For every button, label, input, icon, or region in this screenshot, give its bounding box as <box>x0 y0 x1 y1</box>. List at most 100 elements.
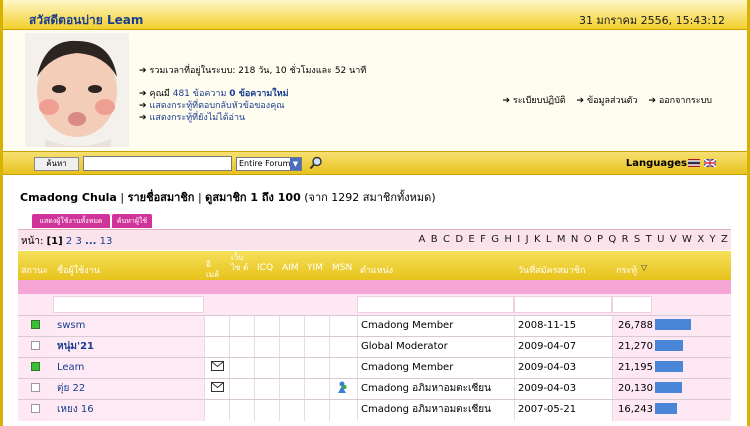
offline-status-icon <box>31 340 40 350</box>
header-rank[interactable]: ตำแหน่ง <box>360 263 393 277</box>
header-yim: YIM <box>307 263 323 273</box>
posts-bar <box>655 339 683 351</box>
posts-count: 20,130 <box>618 383 653 394</box>
contact-cell <box>229 379 254 400</box>
header-website: เว็บ ไซ ต์ <box>231 253 249 272</box>
rules-link[interactable]: ➔ ระเบียบปฏิบัติ <box>502 96 565 106</box>
username-filter-input[interactable] <box>53 296 204 313</box>
top-bar: สวัสดีตอนบ่าย Leam 31 มกราคม 2556, 15:43… <box>3 0 747 30</box>
contact-cell <box>279 379 304 400</box>
tab-all-members[interactable]: แสดงผู้ใช้งานทั้งหมด <box>32 214 110 228</box>
offline-status-icon <box>31 382 40 392</box>
joined-filter-input[interactable] <box>514 296 612 313</box>
logout-link[interactable]: ➔ ออกจากระบบ <box>648 96 712 106</box>
contact-cell <box>204 337 229 358</box>
status-cell <box>18 358 53 379</box>
joined-date-cell: 2007-05-21 <box>514 400 612 421</box>
username-link[interactable]: หนุ่ม'21 <box>53 337 204 358</box>
search-button[interactable]: ค้นหา <box>34 157 79 171</box>
header-username[interactable]: ชื่อผู้ใช้งาน <box>57 263 100 277</box>
joined-date-cell: 2009-04-03 <box>514 358 612 379</box>
search-scope-select[interactable]: Entire Forum ▼ <box>236 157 302 171</box>
table-row: swsm Cmadong Member 2008-11-15 26,788 <box>18 315 731 337</box>
avatar <box>25 33 129 147</box>
table-row: หนุ่ม'21 Global Moderator 2009-04-07 21,270 <box>18 336 731 358</box>
contact-cell <box>304 400 329 421</box>
header-posts[interactable]: กระทู้ <box>616 263 637 277</box>
filter-row <box>18 294 731 315</box>
table-subheader <box>18 280 731 294</box>
online-time-text: รวมเวลาที่อยู่ในระบบ: 218 วัน, 10 ชั่วโม… <box>149 66 367 76</box>
contact-cell <box>254 400 279 421</box>
status-cell <box>18 316 53 337</box>
contact-cell <box>254 358 279 379</box>
posts-count: 21,270 <box>618 341 653 352</box>
username-link[interactable]: เหยง 16 <box>53 400 204 421</box>
contact-cell[interactable] <box>204 379 229 400</box>
pager-ellipsis: ... <box>85 236 97 247</box>
contact-cell <box>329 337 354 358</box>
account-links: ➔ ระเบียบปฏิบัติ ➔ ข้อมูลส่วนตัว ➔ ออกจา… <box>494 93 712 107</box>
magnifier-icon[interactable] <box>309 156 323 170</box>
breadcrumb-site-link[interactable]: Cmadong Chula <box>20 191 117 204</box>
avatar-image <box>25 33 129 147</box>
header-email: อี เมล์ <box>206 260 219 279</box>
posts-bar <box>655 318 691 330</box>
status-cell <box>18 400 53 421</box>
unread-line: ➔ แสดงกระทู้ที่ยังไม่ได้อ่าน <box>139 110 245 124</box>
uk-flag-icon[interactable] <box>704 159 716 167</box>
user-panel: ➔ รวมเวลาที่อยู่ในระบบ: 218 วัน, 10 ชั่วโ… <box>3 30 747 151</box>
contact-cell <box>229 400 254 421</box>
header-status[interactable]: สถานะ <box>21 263 48 277</box>
contact-cell[interactable] <box>204 358 229 379</box>
thai-flag-icon[interactable] <box>688 159 700 167</box>
contact-cell <box>329 316 354 337</box>
rank-cell: Cmadong Member <box>357 316 514 337</box>
posts-cell: 20,130 <box>612 379 731 400</box>
rank-filter-input[interactable] <box>357 296 514 313</box>
tab-search-members[interactable]: ค้นหาผู้ใช้ <box>112 214 152 228</box>
member-total: (จาก 1292 สมาชิกทั้งหมด) <box>304 191 436 204</box>
posts-bar <box>655 381 682 393</box>
posts-bar <box>655 402 677 414</box>
contact-cell <box>304 316 329 337</box>
rank-cell: Global Moderator <box>357 337 514 358</box>
online-time-line: ➔ รวมเวลาที่อยู่ในระบบ: 218 วัน, 10 ชั่วโ… <box>139 63 366 77</box>
pager-label: หน้า: <box>21 236 44 247</box>
profile-link[interactable]: ➔ ข้อมูลส่วนตัว <box>577 96 638 106</box>
posts-cell: 26,788 <box>612 316 731 337</box>
rank-cell: Cmadong อภิมหาอมตะเซียน <box>357 379 514 400</box>
pager-page-link[interactable]: 2 <box>66 236 72 247</box>
username-link[interactable]: Leam <box>53 358 204 379</box>
datetime-text: 31 มกราคม 2556, 15:43:12 <box>579 14 725 27</box>
msn-icon[interactable] <box>336 381 348 394</box>
contact-cell[interactable] <box>329 379 354 400</box>
username-link[interactable]: ตุ่ย 22 <box>53 379 204 400</box>
breadcrumb-section-link[interactable]: รายชื่อสมาชิก <box>128 191 195 204</box>
header-aim: AIM <box>282 263 299 273</box>
table-row: เหยง 16 Cmadong อภิมหาอมตะเซียน 2007-05-21… <box>18 399 731 421</box>
unread-link[interactable]: แสดงกระทู้ที่ยังไม่ได้อ่าน <box>150 113 246 123</box>
contact-cell <box>204 400 229 421</box>
email-icon[interactable] <box>210 382 224 392</box>
online-status-icon <box>31 319 40 329</box>
contact-cell <box>304 379 329 400</box>
posts-filter-input[interactable] <box>612 296 652 313</box>
username-link[interactable]: swsm <box>53 316 204 337</box>
search-scope-value: Entire Forum <box>239 159 291 168</box>
search-bar: ค้นหา Entire Forum ▼ Languages <box>3 151 747 175</box>
pager: หน้า: [1] 2 3 ... 13 <box>21 234 112 249</box>
offline-status-icon <box>31 403 40 413</box>
breadcrumb: Cmadong Chula | รายชื่อสมาชิก | ดูสมาชิก… <box>20 188 436 206</box>
search-input[interactable] <box>83 156 232 171</box>
header-joined[interactable]: วันที่สมัครสมาชิก <box>518 263 585 277</box>
pager-last-link[interactable]: 13 <box>100 236 113 247</box>
sort-desc-icon[interactable]: ▽ <box>641 263 647 272</box>
contact-cell <box>329 400 354 421</box>
email-icon[interactable] <box>210 361 224 371</box>
alphabet-filter[interactable]: A B C D E F G H I J K L M N O P Q R S T … <box>419 234 729 245</box>
pager-page-link[interactable]: 3 <box>75 236 81 247</box>
posts-count: 21,195 <box>618 362 653 373</box>
contact-cell <box>254 337 279 358</box>
posts-count: 16,243 <box>618 404 653 415</box>
